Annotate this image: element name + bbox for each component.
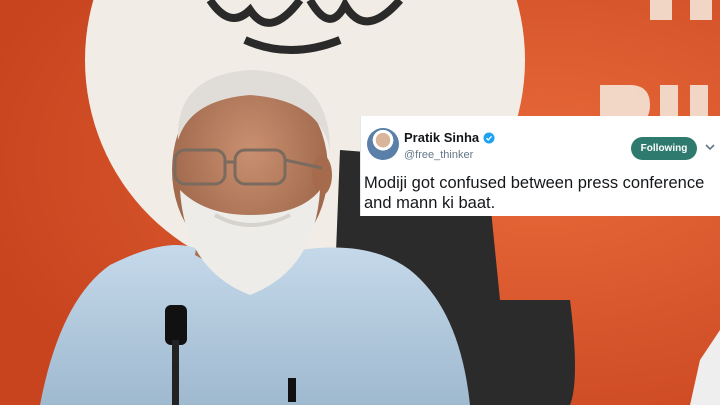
- chevron-down-icon[interactable]: [704, 141, 716, 153]
- following-button[interactable]: Following: [631, 137, 697, 160]
- tweet-author-row: Pratik Sinha: [404, 130, 495, 145]
- avatar[interactable]: [367, 128, 399, 160]
- user-handle[interactable]: @free_thinker: [404, 149, 473, 161]
- tweet-card: Pratik Sinha @free_thinker Following Mod…: [360, 116, 720, 216]
- display-name[interactable]: Pratik Sinha: [404, 130, 479, 145]
- verified-badge-icon: [483, 132, 495, 143]
- tweet-text: Modiji got confused between press confer…: [364, 174, 705, 212]
